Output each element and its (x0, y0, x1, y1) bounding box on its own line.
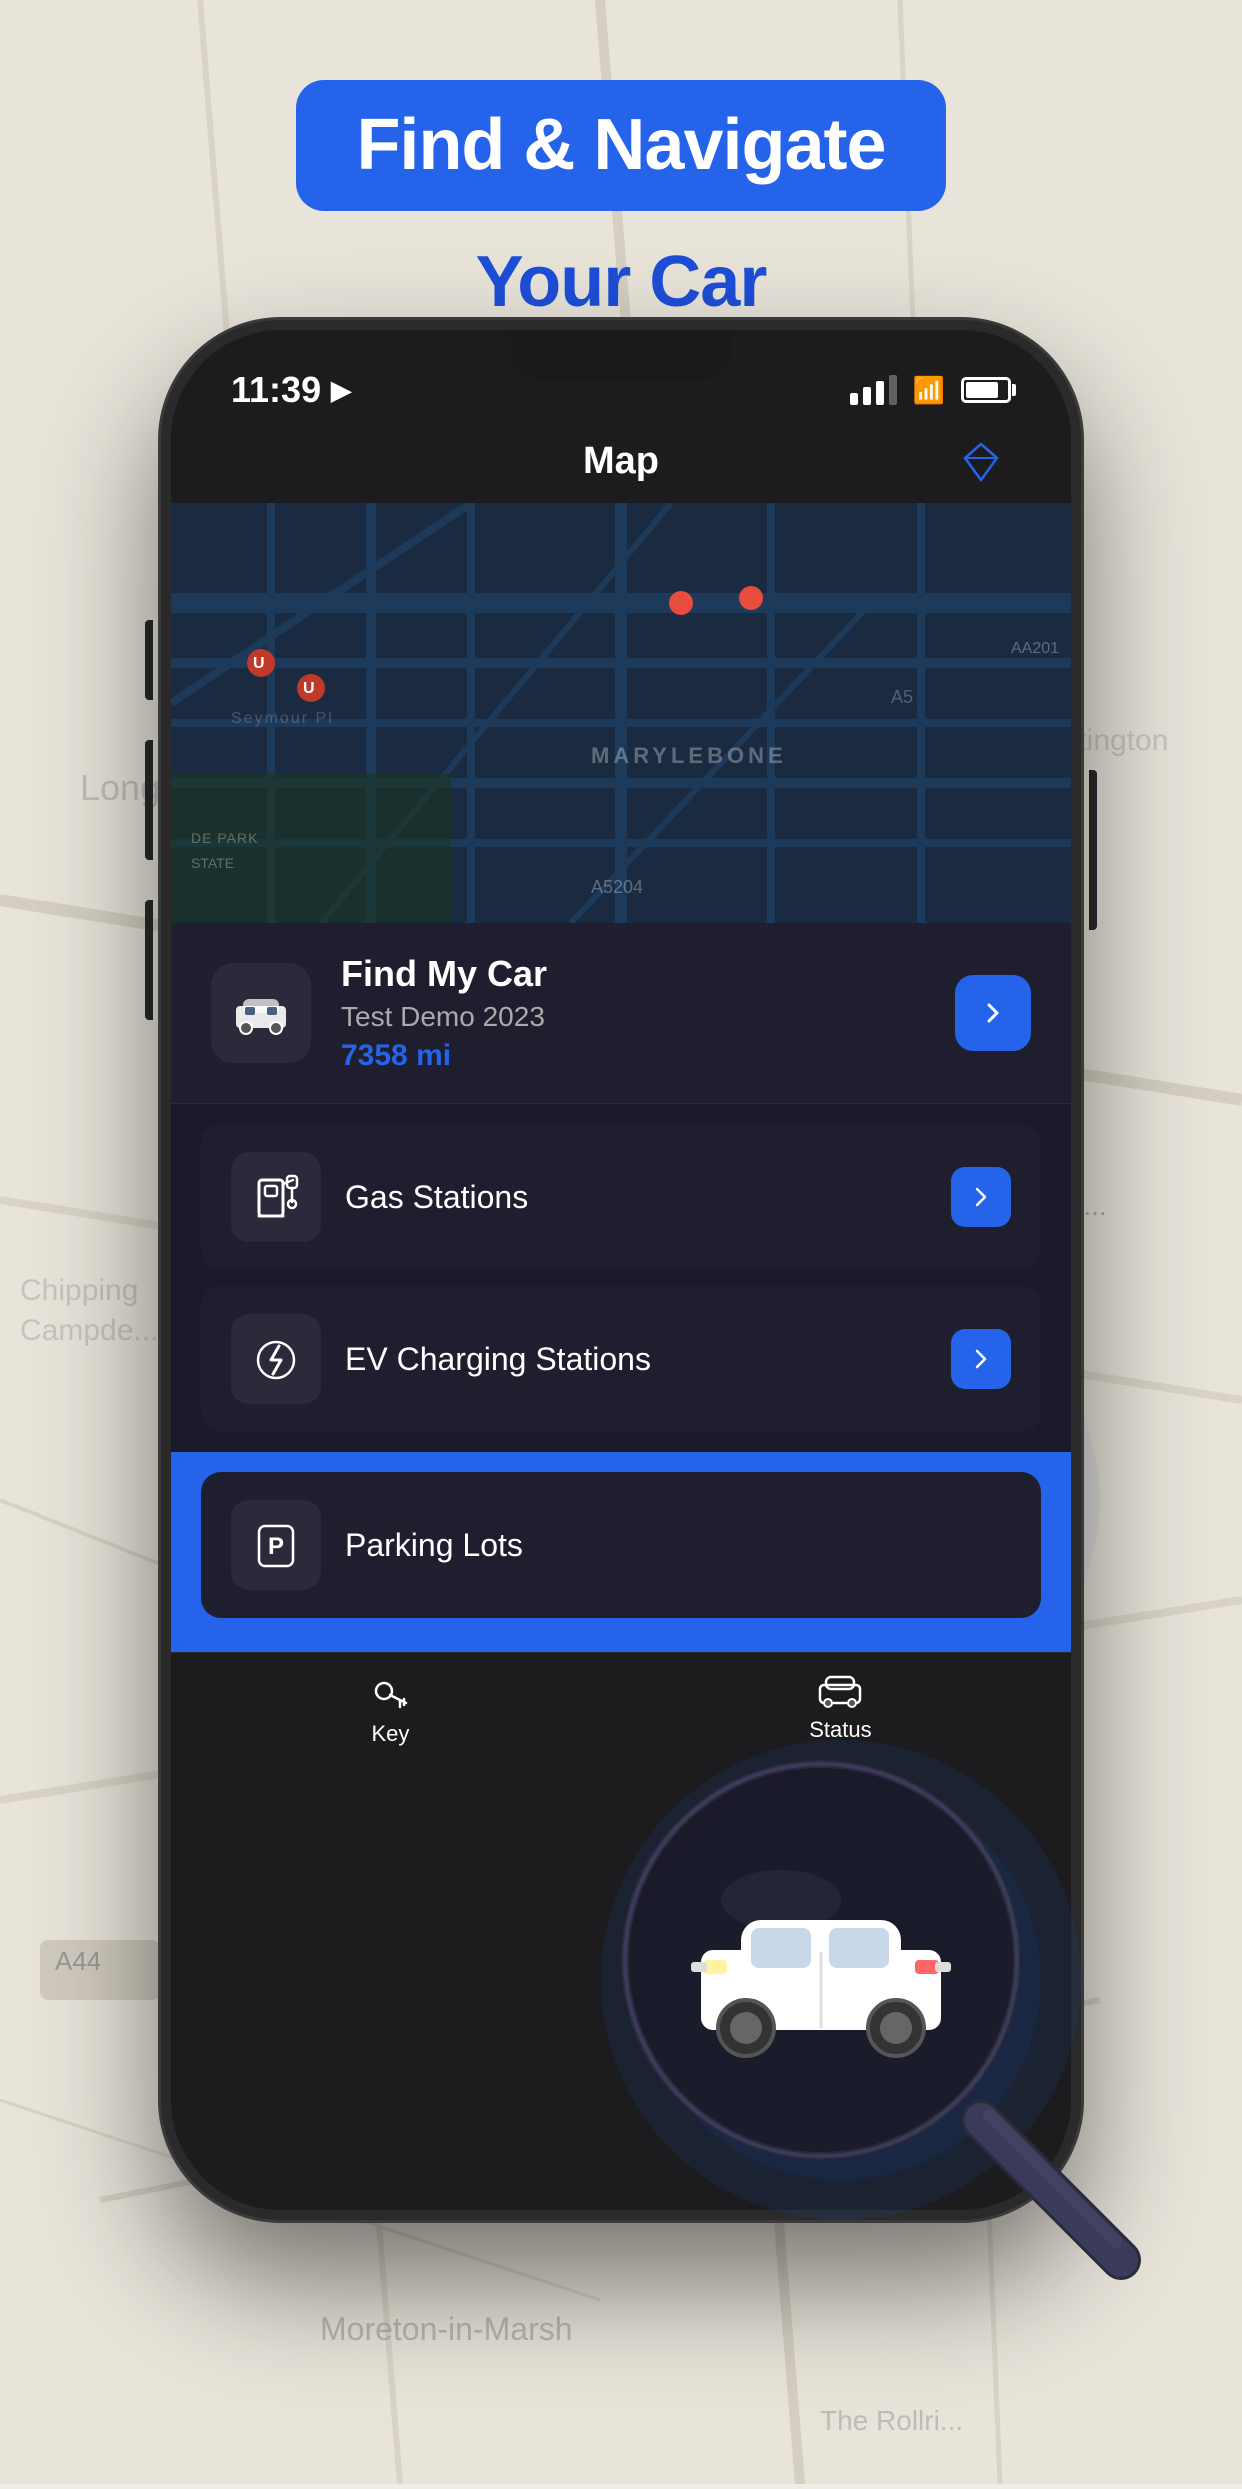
svg-text:STATE: STATE (191, 855, 234, 871)
svg-text:DE PARK: DE PARK (191, 830, 258, 846)
phone-volume-up-button (145, 740, 153, 860)
find-my-car-card[interactable]: Find My Car Test Demo 2023 7358 mi (171, 923, 1071, 1104)
svg-text:A44: A44 (55, 1946, 101, 1976)
ev-charging-label: EV Charging Stations (345, 1341, 927, 1378)
find-my-car-subtitle: Test Demo 2023 (341, 1001, 925, 1033)
ev-charging-arrow-button[interactable] (951, 1329, 1011, 1389)
location-arrow-icon: ▶ (331, 375, 351, 406)
tab-key-label: Key (371, 1721, 409, 1747)
svg-text:Campde...: Campde... (20, 1314, 158, 1347)
svg-text:MARYLEBONE: MARYLEBONE (591, 743, 787, 768)
status-time: 11:39 ▶ (231, 369, 351, 411)
svg-text:The Rollri...: The Rollri... (820, 2405, 963, 2436)
map-display[interactable]: MARYLEBONE Seymour Pl A5204 A5 DE PARK S… (171, 503, 1071, 923)
signal-bar-2 (863, 387, 871, 405)
magnifier-decoration (581, 1720, 1161, 2300)
gas-stations-label: Gas Stations (345, 1179, 927, 1216)
gas-stations-arrow-button[interactable] (951, 1167, 1011, 1227)
time-display: 11:39 (231, 369, 321, 411)
svg-text:Chipping: Chipping (20, 1274, 138, 1307)
diamond-icon[interactable] (951, 432, 1011, 492)
find-my-car-title: Find My Car (341, 953, 925, 995)
svg-text:U: U (253, 655, 265, 672)
wifi-icon: 📶 (913, 375, 945, 406)
svg-text:AA201: AA201 (1011, 640, 1059, 657)
app-header-title: Map (583, 440, 659, 483)
parking-icon-box: P (231, 1500, 321, 1590)
find-my-car-distance: 7358 mi (341, 1039, 925, 1073)
signal-bar-1 (850, 393, 858, 405)
svg-text:Seymour Pl: Seymour Pl (231, 710, 334, 727)
car-icon-box (211, 963, 311, 1063)
phone-power-button (1089, 770, 1097, 930)
car-status-icon (818, 1673, 862, 1709)
key-icon (370, 1673, 410, 1713)
find-my-car-arrow-button[interactable] (955, 975, 1031, 1051)
signal-bar-4 (889, 375, 897, 405)
ev-charging-icon-box (231, 1314, 321, 1404)
status-icons: 📶 (850, 375, 1011, 406)
menu-section: Gas Stations EV Charg (171, 1104, 1071, 1452)
battery-icon (961, 377, 1011, 403)
signal-bar-3 (876, 381, 884, 405)
map-content: MARYLEBONE Seymour Pl A5204 A5 DE PARK S… (171, 503, 1071, 923)
svg-text:A5: A5 (891, 687, 913, 707)
gas-station-icon-box (231, 1152, 321, 1242)
parking-lots-label: Parking Lots (345, 1527, 1011, 1564)
phone-silent-button (145, 620, 153, 700)
hero-badge-text: Find & Navigate (356, 106, 885, 185)
hero-subtitle: Your Car (476, 241, 767, 323)
svg-text:A5204: A5204 (591, 877, 643, 897)
app-header: Map (171, 430, 1071, 503)
signal-bars-icon (850, 375, 897, 405)
battery-fill (966, 382, 998, 398)
svg-text:P: P (268, 1533, 284, 1560)
find-my-car-info: Find My Car Test Demo 2023 7358 mi (341, 953, 925, 1073)
gas-stations-item[interactable]: Gas Stations (201, 1124, 1041, 1270)
tab-key[interactable]: Key (370, 1673, 410, 1747)
hero-badge: Find & Navigate (296, 80, 945, 211)
parking-lots-item[interactable]: P Parking Lots (201, 1472, 1041, 1618)
phone-mockup: 11:39 ▶ 📶 (161, 320, 1081, 2220)
phone-notch (511, 330, 731, 380)
blue-section: P Parking Lots (171, 1452, 1071, 1652)
phone-volume-down-button (145, 900, 153, 1020)
svg-text:Moreton-in-Marsh: Moreton-in-Marsh (320, 2311, 573, 2347)
hero-section: Find & Navigate Your Car (0, 0, 1242, 323)
svg-text:U: U (303, 680, 315, 697)
ev-charging-item[interactable]: EV Charging Stations (201, 1286, 1041, 1432)
